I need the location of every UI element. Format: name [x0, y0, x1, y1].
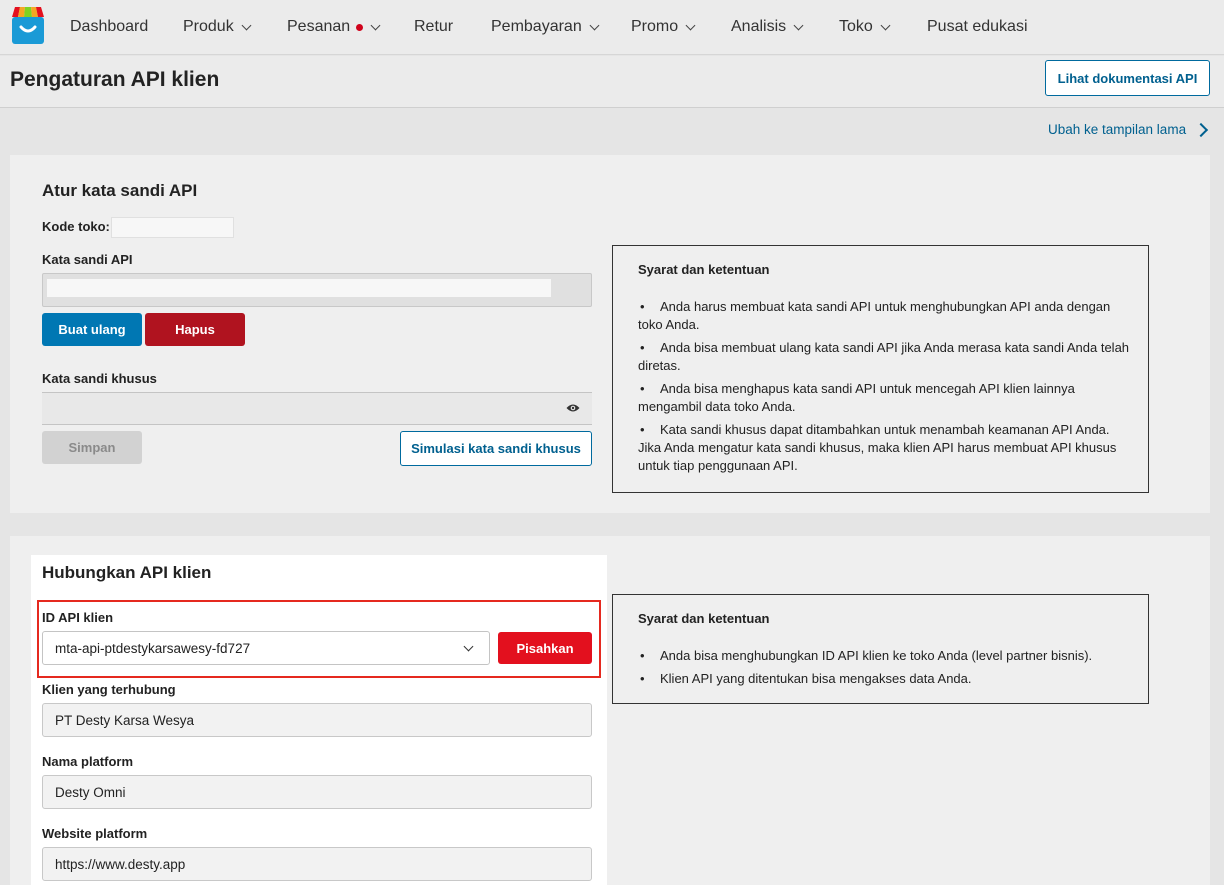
client-id-label: ID API klien: [42, 610, 114, 625]
old-view-label: Ubah ke tampilan lama: [1048, 122, 1187, 137]
nav-pusat-edukasi[interactable]: Pusat edukasi: [927, 18, 1028, 36]
platform-name-label: Nama platform: [42, 754, 134, 769]
store-code-label: Kode toko:: [42, 219, 110, 234]
chevron-down-icon: [793, 20, 804, 30]
terms-box: Syarat dan ketentuan Anda harus membuat …: [612, 245, 1149, 493]
nav-label: Pesanan: [287, 18, 351, 35]
client-id-select[interactable]: mta-api-ptdestykarsawesy-fd727: [42, 631, 490, 665]
shop-bag-icon[interactable]: [10, 5, 46, 45]
custom-password-input[interactable]: [42, 392, 592, 425]
delete-button[interactable]: Hapus: [145, 313, 245, 346]
nav-label: Dashboard: [70, 18, 149, 35]
terms-item: Anda harus membuat kata sandi API untuk …: [638, 298, 1134, 334]
terms-list: Anda harus membuat kata sandi API untuk …: [638, 298, 1134, 480]
terms-item: Anda bisa membuat ulang kata sandi API j…: [638, 339, 1134, 375]
platform-website-label: Website platform: [42, 826, 148, 841]
nav-label: Retur: [414, 18, 454, 35]
view-api-docs-button[interactable]: Lihat dokumentasi API: [1045, 60, 1210, 96]
terms-title: Syarat dan ketentuan: [638, 262, 770, 277]
section-title: Hubungkan API klien: [42, 563, 212, 582]
nav-pesanan[interactable]: Pesanan: [287, 18, 381, 36]
terms-title: Syarat dan ketentuan: [638, 611, 770, 626]
nav-label: Pusat edukasi: [927, 18, 1028, 35]
nav-dashboard[interactable]: Dashboard: [70, 18, 148, 36]
switch-old-view-link[interactable]: Ubah ke tampilan lama: [1048, 122, 1209, 137]
chevron-down-icon: [589, 20, 600, 30]
chevron-down-icon: [880, 20, 891, 30]
nav-label: Pembayaran: [491, 18, 582, 35]
custom-password-label: Kata sandi khusus: [42, 371, 157, 386]
nav-pembayaran[interactable]: Pembayaran: [491, 18, 600, 36]
platform-name-field: Desty Omni: [42, 775, 592, 809]
connected-client-label: Klien yang terhubung: [42, 682, 176, 697]
api-password-value: [46, 278, 552, 298]
page-title: Pengaturan API klien: [10, 68, 220, 91]
chevron-down-icon: [241, 20, 252, 30]
terms-item: Anda bisa menghapus kata sandi API untuk…: [638, 380, 1134, 416]
nav-toko[interactable]: Toko: [839, 18, 891, 36]
store-code-value: [111, 217, 234, 238]
nav-produk[interactable]: Produk: [183, 18, 252, 36]
notification-dot: [356, 23, 364, 31]
save-button[interactable]: Simpan: [42, 431, 142, 464]
client-id-value: mta-api-ptdestykarsawesy-fd727: [55, 640, 251, 656]
connected-client-field: PT Desty Karsa Wesya: [42, 703, 592, 737]
section-title: Atur kata sandi API: [42, 181, 198, 200]
terms-item: Anda bisa menghubungkan ID API klien ke …: [638, 647, 1134, 665]
page-header: Pengaturan API klien Lihat dokumentasi A…: [0, 56, 1224, 108]
regenerate-button[interactable]: Buat ulang: [42, 313, 142, 346]
nav-label: Analisis: [731, 18, 787, 35]
chevron-down-icon: [685, 20, 696, 30]
chevron-down-icon: [463, 641, 474, 652]
eye-icon[interactable]: [566, 403, 580, 413]
nav-analisis[interactable]: Analisis: [731, 18, 804, 36]
terms-box: Syarat dan ketentuan Anda bisa menghubun…: [612, 594, 1149, 704]
platform-website-field: https://www.desty.app: [42, 847, 592, 881]
nav-promo[interactable]: Promo: [631, 18, 696, 36]
api-password-label: Kata sandi API: [42, 252, 133, 267]
api-password-field[interactable]: [42, 273, 592, 307]
terms-item: Klien API yang ditentukan bisa mengakses…: [638, 670, 1134, 688]
nav-retur[interactable]: Retur: [414, 18, 453, 36]
top-navigation: Dashboard Produk Pesanan Retur Pembayara…: [0, 0, 1224, 55]
chevron-right-icon: [1194, 122, 1209, 137]
simulate-custom-password-button[interactable]: Simulasi kata sandi khusus: [400, 431, 592, 466]
detach-button[interactable]: Pisahkan: [498, 632, 592, 664]
nav-label: Promo: [631, 18, 679, 35]
chevron-down-icon: [370, 20, 381, 30]
nav-label: Produk: [183, 18, 234, 35]
terms-item: Kata sandi khusus dapat ditambahkan untu…: [638, 421, 1134, 475]
nav-label: Toko: [839, 18, 873, 35]
terms-list: Anda bisa menghubungkan ID API klien ke …: [638, 647, 1134, 693]
